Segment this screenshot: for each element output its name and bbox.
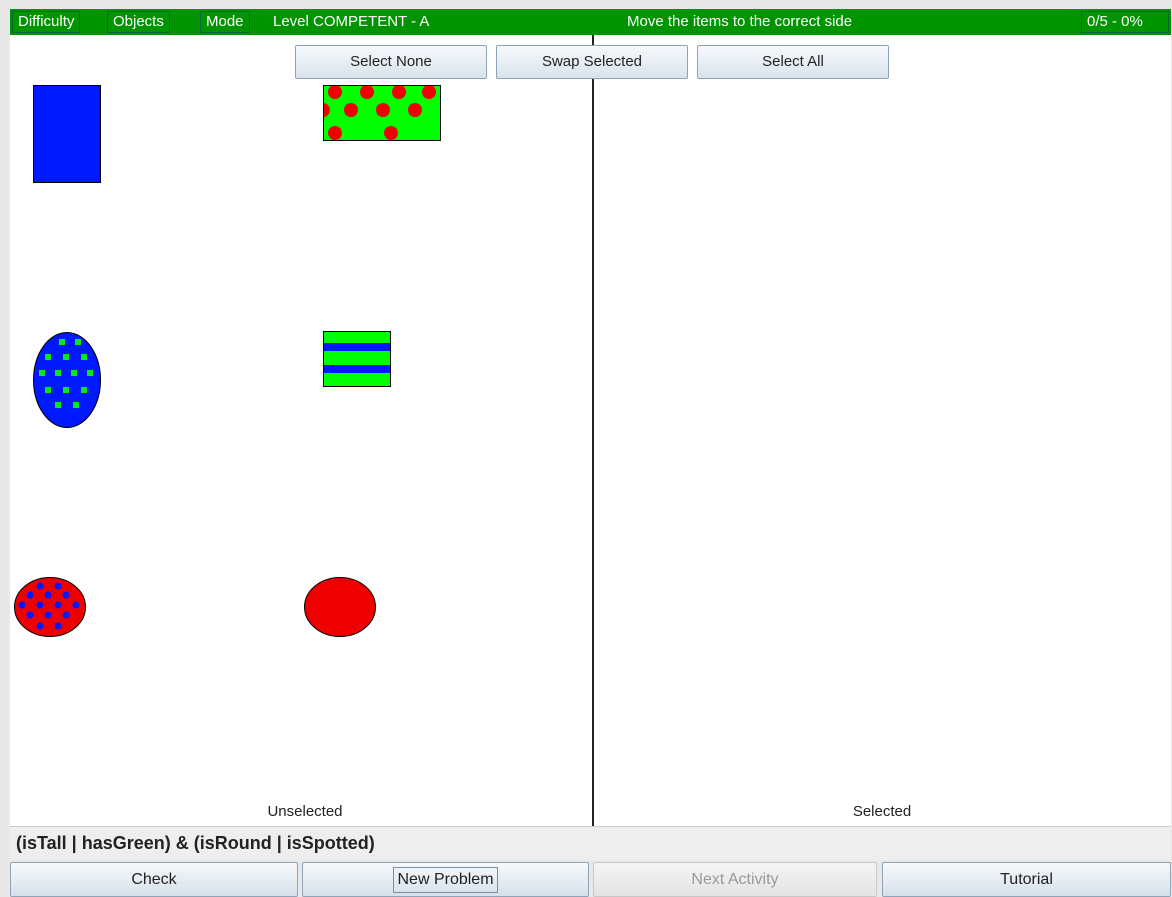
item-red-circle[interactable] — [304, 577, 378, 639]
rule-bar: (isTall | hasGreen) & (isRound | isSpott… — [10, 826, 1171, 860]
selected-label: Selected — [852, 803, 912, 820]
item-green-spotted-rectangle[interactable] — [323, 85, 443, 143]
check-button[interactable]: Check — [10, 862, 298, 897]
select-all-button[interactable]: Select All — [697, 45, 889, 79]
swap-selected-button[interactable]: Swap Selected — [496, 45, 688, 79]
item-green-striped-square[interactable] — [323, 331, 393, 389]
item-red-spotted-circle[interactable] — [14, 577, 88, 639]
score-indicator: 0/5 - 0% — [1081, 11, 1169, 33]
item-blue-tall-rectangle[interactable] — [33, 85, 103, 185]
tutorial-button[interactable]: Tutorial — [882, 862, 1171, 897]
new-problem-label: New Problem — [393, 867, 498, 893]
item-blue-spotted-ellipse[interactable] — [33, 332, 103, 430]
select-none-button[interactable]: Select None — [295, 45, 487, 79]
difficulty-menu[interactable]: Difficulty — [12, 11, 81, 33]
level-label: Level COMPETENT - A — [273, 13, 430, 30]
sorting-area: Select None Swap Selected Select All Uns… — [10, 35, 1171, 826]
next-activity-button[interactable]: Next Activity — [593, 862, 877, 897]
unselected-label: Unselected — [267, 803, 343, 820]
rule-expression: (isTall | hasGreen) & (isRound | isSpott… — [16, 833, 375, 853]
objects-menu[interactable]: Objects — [107, 11, 170, 33]
instruction-text: Move the items to the correct side — [627, 13, 853, 30]
mode-menu[interactable]: Mode — [200, 11, 250, 33]
new-problem-button[interactable]: New Problem — [302, 862, 589, 897]
side-divider — [592, 35, 594, 826]
status-bar: Difficulty Objects Mode Level COMPETENT … — [10, 9, 1171, 35]
